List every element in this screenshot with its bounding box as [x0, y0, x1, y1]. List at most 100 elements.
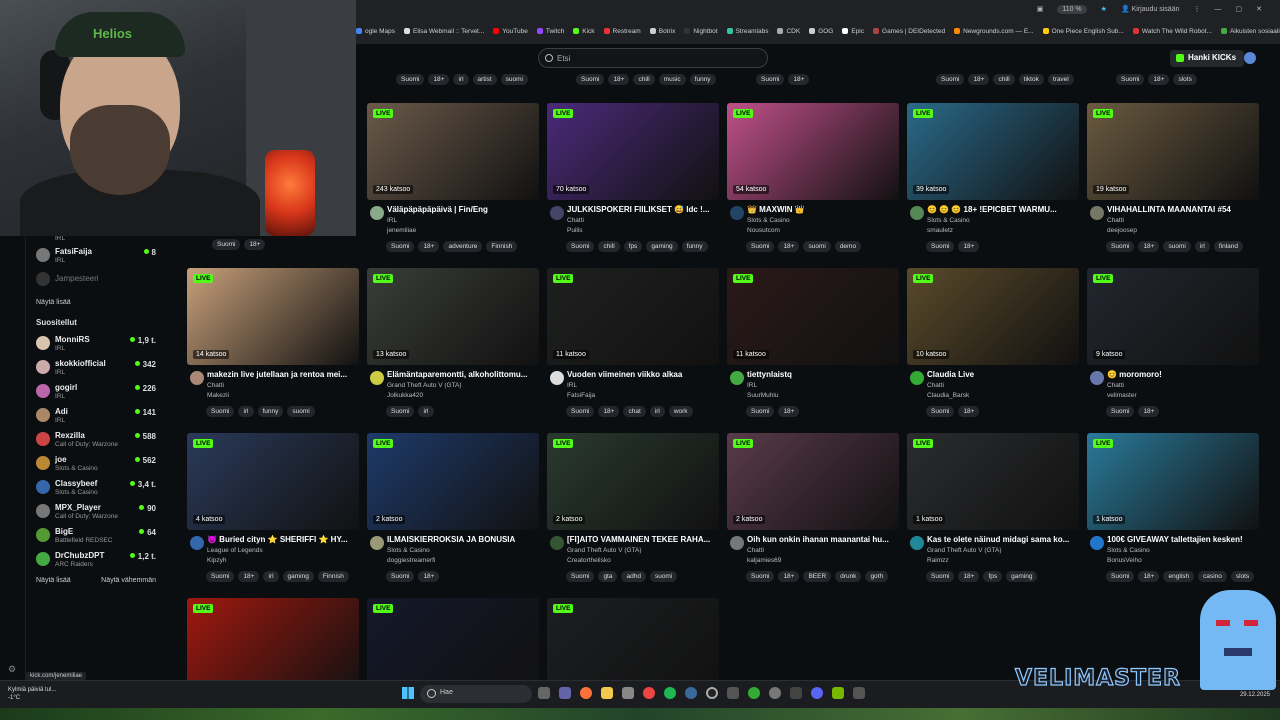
tag[interactable]: music: [658, 74, 686, 85]
tag[interactable]: 18+: [778, 406, 800, 417]
tag[interactable]: 18+: [238, 571, 260, 582]
tag[interactable]: Suomi: [926, 406, 955, 417]
streamer-avatar[interactable]: [910, 371, 924, 385]
tag[interactable]: Suomi: [566, 571, 595, 582]
tag[interactable]: irl: [238, 406, 254, 417]
stream-category[interactable]: Slots & Casino: [1107, 547, 1259, 554]
bookmark-item[interactable]: Streamlabs: [726, 28, 768, 35]
minimize-icon[interactable]: —: [1215, 6, 1222, 13]
bookmark-item[interactable]: YouTube: [493, 28, 528, 35]
tag[interactable]: finland: [1213, 241, 1244, 252]
stream-category[interactable]: Chatti: [747, 547, 899, 554]
tag[interactable]: Suomi: [576, 74, 605, 85]
tag[interactable]: Suomi: [746, 241, 775, 252]
tag[interactable]: gta: [598, 571, 618, 582]
tag[interactable]: Suomi: [1106, 406, 1135, 417]
streamer-name[interactable]: jenemiliae: [387, 227, 539, 234]
tag[interactable]: chill: [598, 241, 620, 252]
tag[interactable]: 18+: [608, 74, 630, 85]
tag[interactable]: Suomi: [1116, 74, 1145, 85]
stream-category[interactable]: Slots & Casino: [927, 217, 1079, 224]
sidebar-item[interactable]: MonniRS IRL 1,9 t.: [26, 333, 162, 357]
streamer-name[interactable]: Creatorthelisko: [567, 557, 719, 564]
tag[interactable]: Suomi: [746, 406, 775, 417]
sidebar-item[interactable]: Rexzilla Call of Duty: Warzone 588: [26, 429, 162, 453]
stream-card[interactable]: LIVE 243 katsoo Väläpäpäpäpäivä | Fin/Eng I…: [367, 103, 539, 252]
taskbar-search[interactable]: Hae: [420, 685, 532, 703]
calculator-icon[interactable]: [853, 687, 865, 699]
streamer-name[interactable]: Jolkukka420: [387, 392, 539, 399]
search-input[interactable]: Etsi: [538, 48, 768, 68]
stream-thumbnail[interactable]: LIVE 9 katsoo: [1087, 268, 1259, 365]
tag[interactable]: 18+: [418, 571, 440, 582]
streamer-name[interactable]: FatsiFaija: [567, 392, 719, 399]
stream-thumbnail[interactable]: LIVE 70 katsoo: [547, 103, 719, 200]
obs-icon[interactable]: [706, 687, 718, 699]
tag[interactable]: irl: [649, 406, 665, 417]
tag[interactable]: suomi: [287, 406, 315, 417]
get-kicks-button[interactable]: Hanki KICKs: [1170, 50, 1245, 67]
discord-icon[interactable]: [811, 687, 823, 699]
close-icon[interactable]: ✕: [1256, 5, 1262, 13]
stream-title[interactable]: 👑 MAXWIN 👑: [747, 205, 897, 214]
streamer-avatar[interactable]: [1090, 371, 1104, 385]
tag[interactable]: Suomi: [1106, 241, 1135, 252]
stream-category[interactable]: Chatti: [927, 382, 1079, 389]
stream-card[interactable]: LIVE 2 katsoo ILMAISKIERROKSIA JA BONUSIA S…: [367, 433, 539, 582]
bookmark-item[interactable]: Newgrounds.com — E...: [954, 28, 1034, 35]
chrome-icon[interactable]: [643, 687, 655, 699]
streamer-name[interactable]: Kipzyh: [207, 557, 359, 564]
tag[interactable]: artist: [472, 74, 497, 85]
tag[interactable]: 18+: [778, 571, 800, 582]
stream-thumbnail[interactable]: LIVE 2 katsoo: [727, 433, 899, 530]
stream-category[interactable]: Grand Theft Auto V (GTA): [567, 547, 719, 554]
sidebar-item-offline[interactable]: Jampesteeri: [26, 269, 162, 293]
tag[interactable]: work: [668, 406, 693, 417]
stream-thumbnail[interactable]: LIVE 39 katsoo: [907, 103, 1079, 200]
tag[interactable]: drunk: [835, 571, 862, 582]
tag[interactable]: 18+: [598, 406, 620, 417]
streamer-avatar[interactable]: [730, 371, 744, 385]
stream-category[interactable]: Grand Theft Auto V (GTA): [927, 547, 1079, 554]
firefox-icon[interactable]: [580, 687, 592, 699]
stream-title[interactable]: 😈 Buried cityn ⭐ SHERIFFI ⭐ HY...: [207, 535, 357, 544]
tag[interactable]: 18+: [1138, 241, 1160, 252]
stream-title[interactable]: 😊 😊 😊 18+ !EPICBET WARMU...: [927, 205, 1077, 214]
show-less-recommended[interactable]: Näytä vähemmän: [101, 577, 156, 584]
sidebar-item[interactable]: joe Slots & Casino 562: [26, 453, 162, 477]
tag[interactable]: chill: [633, 74, 655, 85]
stream-category[interactable]: Chatti: [567, 217, 719, 224]
tag[interactable]: Suomi: [386, 571, 415, 582]
stream-thumbnail[interactable]: LIVE 19 katsoo: [1087, 103, 1259, 200]
bookmark-item[interactable]: Games | DEIDetected: [873, 28, 945, 35]
streamer-avatar[interactable]: [1090, 206, 1104, 220]
tag[interactable]: 18+: [244, 239, 266, 250]
stream-thumbnail[interactable]: LIVE 2 katsoo: [367, 433, 539, 530]
tag[interactable]: Suomi: [386, 406, 415, 417]
stream-category[interactable]: IRL: [387, 217, 539, 224]
tag[interactable]: slots: [1173, 74, 1197, 85]
star-icon[interactable]: ★: [1101, 5, 1107, 13]
streamer-name[interactable]: Claudia_Barsk: [927, 392, 1079, 399]
stream-title[interactable]: ILMAISKIERROKSIA JA BONUSIA: [387, 535, 537, 544]
streamer-name[interactable]: BonusVeiho: [1107, 557, 1259, 564]
nvidia-icon[interactable]: [832, 687, 844, 699]
tag[interactable]: suomi: [500, 74, 528, 85]
stream-category[interactable]: Chatti: [207, 382, 359, 389]
tag[interactable]: 18+: [958, 241, 980, 252]
stream-category[interactable]: Slots & Casino: [747, 217, 899, 224]
tag[interactable]: chat: [623, 406, 646, 417]
screenshot-icon[interactable]: ▣: [1037, 5, 1044, 13]
tag[interactable]: Finnish: [486, 241, 518, 252]
streamer-avatar[interactable]: [550, 536, 564, 550]
streamer-name[interactable]: SuurMuhlu: [747, 392, 899, 399]
tag[interactable]: Suomi: [1106, 571, 1135, 582]
tag[interactable]: 18+: [428, 74, 450, 85]
stream-card[interactable]: LIVE 1 katsoo 100€ GIVEAWAY tallettajien k…: [1087, 433, 1259, 582]
sidebar-item[interactable]: gogirl IRL 226: [26, 381, 162, 405]
bookmark-item[interactable]: Elisa Webmail :: Tervet...: [404, 28, 484, 35]
tag[interactable]: Suomi: [566, 241, 595, 252]
streamer-avatar[interactable]: [190, 371, 204, 385]
sidebar-item[interactable]: FatsiFaija IRL 8: [26, 245, 162, 269]
stream-category[interactable]: Slots & Casino: [387, 547, 539, 554]
